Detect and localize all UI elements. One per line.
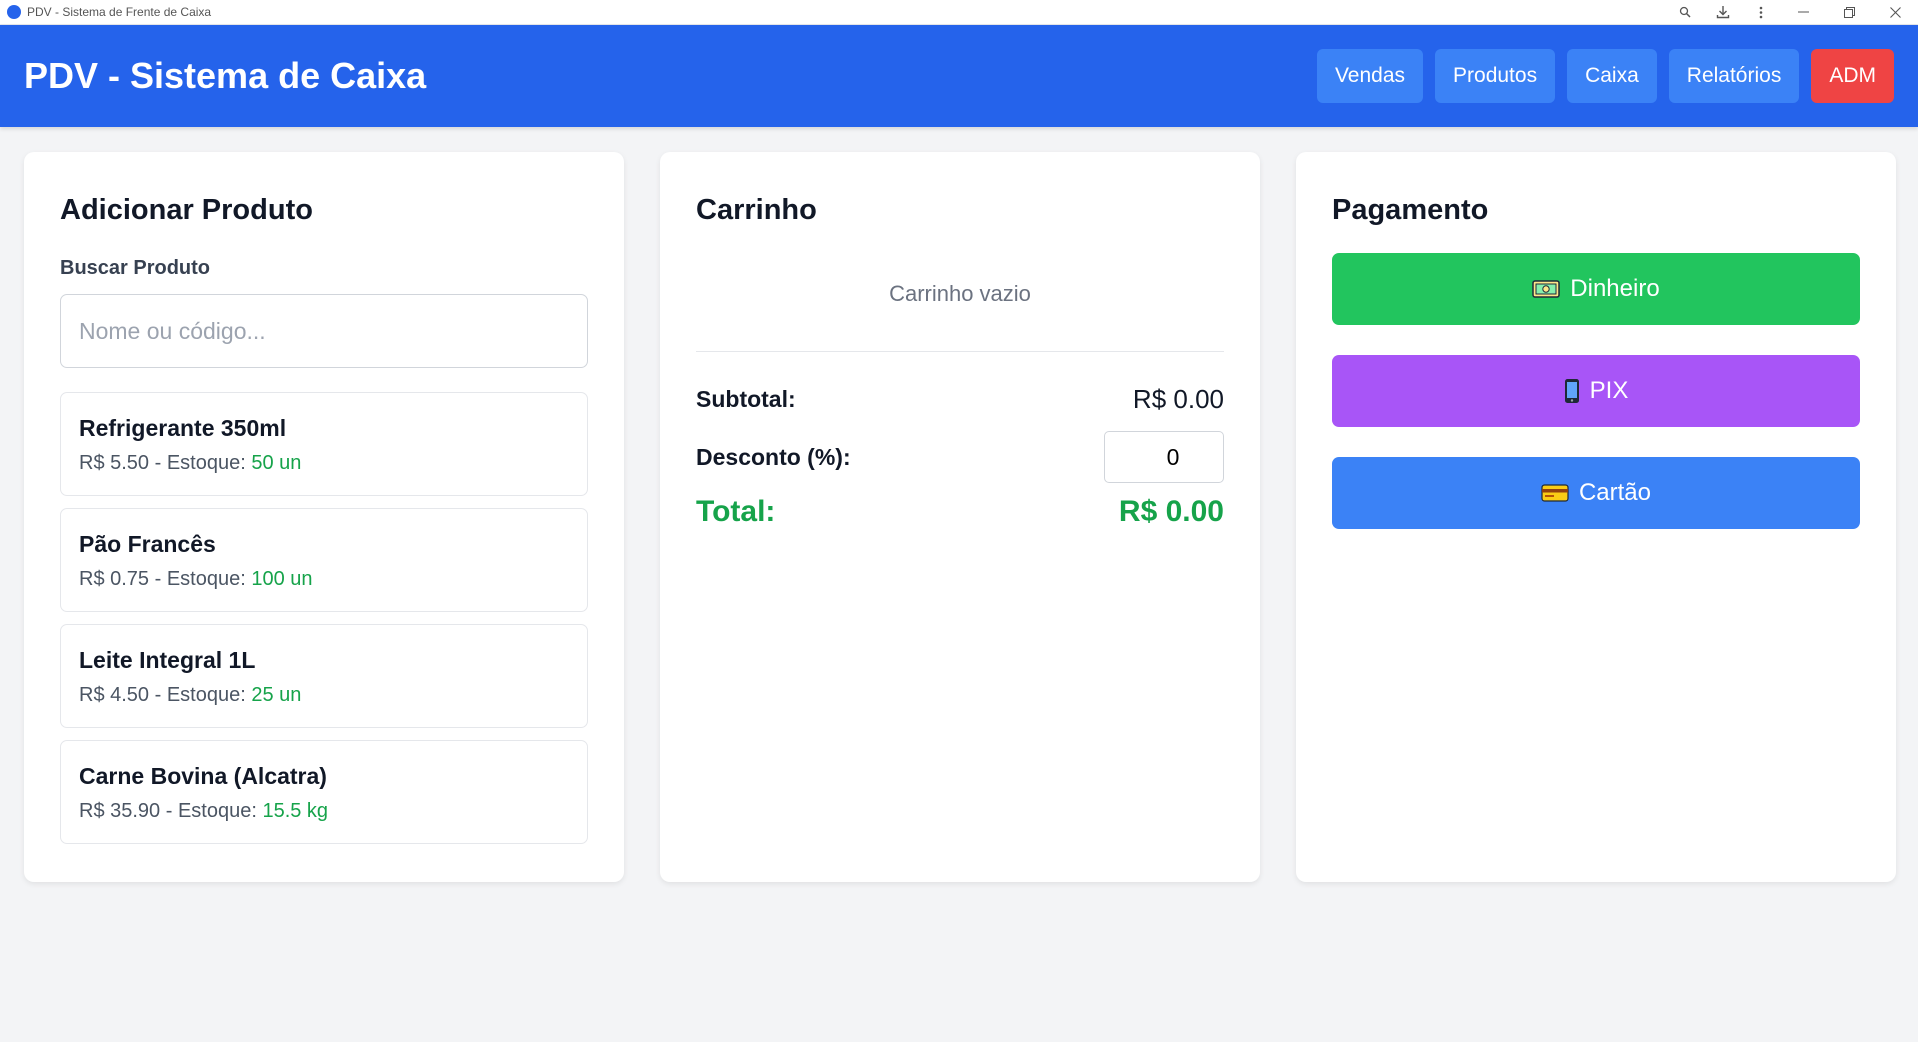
pay-cash-label: Dinheiro (1570, 275, 1660, 302)
restore-icon[interactable] (1826, 0, 1872, 25)
window-title: PDV - Sistema de Frente de Caixa (27, 5, 212, 19)
subtotal-value: R$ 0.00 (1132, 384, 1224, 414)
discount-label: Desconto (%): (696, 443, 851, 470)
product-stock: 15.5 kg (262, 800, 329, 822)
phone-icon (1564, 378, 1580, 404)
payment-panel: Pagamento Dinheiro PIX Cartão (1296, 152, 1896, 882)
discount-row: Desconto (%): (696, 431, 1224, 483)
add-product-title: Adicionar Produto (60, 194, 313, 226)
product-name: Refrigerante 350ml (79, 415, 287, 441)
product-stock: 25 un (251, 684, 302, 706)
search-label: Buscar Produto (60, 257, 211, 279)
app-header: PDV - Sistema de Caixa Vendas Produtos C… (0, 25, 1918, 127)
zoom-icon[interactable] (1666, 0, 1704, 25)
nav-adm-button[interactable]: ADM (1811, 49, 1894, 103)
app-logo-icon (7, 5, 21, 19)
pay-card-label: Cartão (1578, 479, 1652, 506)
product-price: R$ 0.75 (79, 568, 150, 590)
product-card[interactable]: Carne Bovina (Alcatra) R$ 35.90 - Estoqu… (60, 740, 588, 844)
product-stock: 100 un (251, 568, 313, 590)
main-nav: Vendas Produtos Caixa Relatórios ADM (1316, 49, 1894, 103)
product-meta: R$ 4.50 - Estoque: 25 un (79, 684, 569, 707)
payment-methods: Dinheiro PIX Cartão (1332, 253, 1860, 529)
product-card[interactable]: Refrigerante 350ml R$ 5.50 - Estoque: 50… (60, 392, 588, 496)
total-label: Total: (696, 495, 776, 528)
divider (696, 351, 1224, 352)
nav-vendas-button[interactable]: Vendas (1316, 49, 1424, 103)
pay-cash-button[interactable]: Dinheiro (1332, 253, 1860, 325)
product-list: Refrigerante 350ml R$ 5.50 - Estoque: 50… (60, 392, 588, 844)
pay-card-button[interactable]: Cartão (1332, 457, 1860, 529)
subtotal-row: Subtotal: R$ 0.00 (696, 384, 1224, 415)
credit-card-icon (1541, 483, 1569, 503)
product-name: Carne Bovina (Alcatra) (79, 763, 327, 789)
app-title: PDV - Sistema de Caixa (24, 55, 427, 96)
cart-title: Carrinho (696, 194, 817, 226)
total-value: R$ 0.00 (1118, 495, 1224, 528)
stock-label: - Estoque: (149, 452, 252, 474)
nav-produtos-button[interactable]: Produtos (1435, 49, 1556, 103)
stock-label: - Estoque: (149, 684, 252, 706)
add-product-panel: Adicionar Produto Buscar Produto Refrige… (24, 152, 624, 882)
total-row: Total: R$ 0.00 (696, 495, 1224, 529)
product-name: Pão Francês (79, 531, 216, 557)
money-icon (1532, 279, 1561, 299)
minimize-icon[interactable] (1780, 0, 1826, 25)
stock-label: - Estoque: (160, 800, 263, 822)
stock-label: - Estoque: (149, 568, 252, 590)
nav-relatorios-button[interactable]: Relatórios (1668, 49, 1800, 103)
cart-panel: Carrinho Carrinho vazio Subtotal: R$ 0.0… (660, 152, 1260, 882)
product-price: R$ 35.90 (79, 800, 161, 822)
product-stock: 50 un (251, 452, 302, 474)
product-meta: R$ 35.90 - Estoque: 15.5 kg (79, 800, 569, 823)
product-name: Leite Integral 1L (79, 647, 256, 673)
cart-empty-message: Carrinho vazio (889, 281, 1031, 306)
download-icon[interactable] (1704, 0, 1742, 25)
nav-caixa-button[interactable]: Caixa (1567, 49, 1657, 103)
product-meta: R$ 5.50 - Estoque: 50 un (79, 452, 569, 475)
payment-title: Pagamento (1332, 194, 1489, 226)
pay-pix-label: PIX (1589, 377, 1629, 404)
pay-pix-button[interactable]: PIX (1332, 355, 1860, 427)
window-controls (1666, 0, 1918, 24)
discount-input[interactable] (1104, 431, 1224, 483)
close-icon[interactable] (1872, 0, 1918, 25)
subtotal-label: Subtotal: (696, 386, 796, 412)
search-input[interactable] (60, 294, 588, 368)
window-titlebar: PDV - Sistema de Frente de Caixa (0, 0, 1918, 25)
product-meta: R$ 0.75 - Estoque: 100 un (79, 568, 569, 591)
product-price: R$ 5.50 (79, 452, 150, 474)
product-card[interactable]: Leite Integral 1L R$ 4.50 - Estoque: 25 … (60, 624, 588, 728)
product-card[interactable]: Pão Francês R$ 0.75 - Estoque: 100 un (60, 508, 588, 612)
product-price: R$ 4.50 (79, 684, 150, 706)
more-vert-icon[interactable] (1742, 0, 1780, 25)
